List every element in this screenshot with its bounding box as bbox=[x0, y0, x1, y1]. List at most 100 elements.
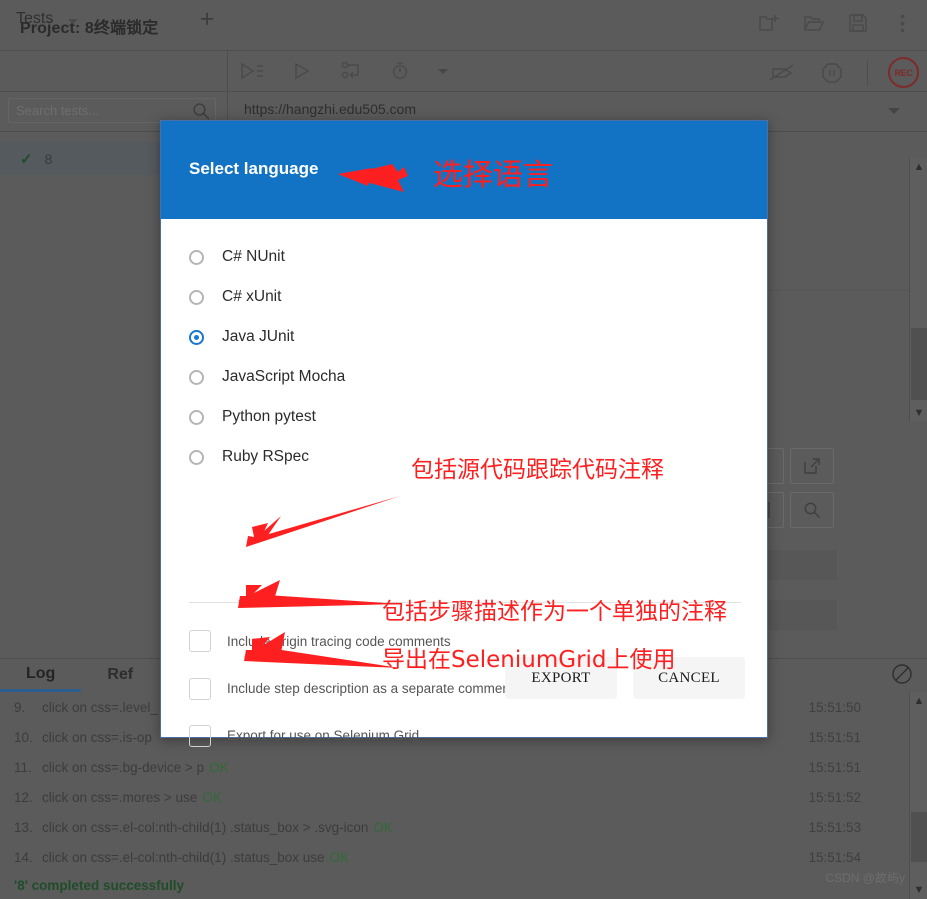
export-button[interactable]: EXPORT bbox=[505, 657, 617, 699]
save-project-icon[interactable] bbox=[843, 8, 873, 38]
radio-indicator[interactable] bbox=[189, 369, 204, 385]
radio-option-ruby-rspec[interactable]: Ruby RSpec bbox=[189, 437, 709, 477]
log-line-time: 15:51:52 bbox=[808, 789, 861, 805]
test-status-icon: ✓ bbox=[20, 150, 33, 168]
radio-indicator[interactable] bbox=[189, 449, 204, 465]
radio-label: Java JUnit bbox=[222, 328, 295, 345]
log-line-number: 9. bbox=[14, 699, 26, 715]
radio-indicator[interactable] bbox=[189, 409, 204, 425]
log-line-status: OK bbox=[202, 789, 222, 805]
title-bar: Project: 8终端锁定 bbox=[0, 0, 927, 51]
log-line-text: click on css=.el-col:nth-child(1) .statu… bbox=[42, 849, 325, 865]
more-options-icon[interactable] bbox=[887, 8, 917, 38]
radio-indicator-selected[interactable] bbox=[189, 329, 204, 345]
log-line-text: click on css=.level_ bbox=[42, 699, 158, 715]
radio-option-csharp-nunit[interactable]: C# NUnit bbox=[189, 237, 709, 277]
test-name-label: 8 bbox=[44, 150, 53, 167]
log-line: 13. click on css=.el-col:nth-child(1) .s… bbox=[0, 812, 909, 842]
radio-label: JavaScript Mocha bbox=[222, 368, 346, 385]
log-scrollbar[interactable]: ▲ ▼ bbox=[909, 692, 927, 899]
log-line-time: 15:51:53 bbox=[808, 819, 861, 835]
run-all-tests-icon[interactable] bbox=[238, 57, 266, 85]
chevron-down-icon[interactable] bbox=[888, 108, 900, 114]
watermark: CSDN @故屿y bbox=[825, 871, 905, 885]
radio-indicator[interactable] bbox=[189, 249, 204, 265]
dialog-header: Select language bbox=[161, 121, 767, 219]
toolbar-separator bbox=[867, 59, 868, 86]
dialog-divider bbox=[189, 602, 741, 603]
find-element-icon[interactable] bbox=[790, 492, 834, 528]
url-value: https://hangzhi.edu505.com bbox=[244, 101, 417, 117]
checkbox-indicator[interactable] bbox=[189, 630, 211, 652]
language-radio-group: C# NUnit C# xUnit Java JUnit JavaScript … bbox=[189, 237, 709, 477]
new-project-icon[interactable] bbox=[755, 8, 785, 38]
dialog-action-bar: EXPORT CANCEL bbox=[505, 657, 745, 699]
log-line-text: click on css=.is-op bbox=[42, 729, 152, 745]
log-line-text: click on css=.mores > use bbox=[42, 789, 198, 805]
pause-icon[interactable] bbox=[817, 58, 847, 88]
speed-timer-icon[interactable] bbox=[388, 57, 416, 85]
open-external-icon[interactable] bbox=[790, 448, 834, 484]
log-line-time: 15:51:51 bbox=[808, 759, 861, 775]
clear-log-icon[interactable] bbox=[891, 663, 913, 690]
record-button[interactable]: REC bbox=[888, 57, 919, 88]
log-line-number: 11. bbox=[14, 759, 32, 775]
radio-indicator[interactable] bbox=[189, 289, 204, 305]
step-debug-icon[interactable] bbox=[338, 57, 366, 85]
open-project-icon[interactable] bbox=[799, 8, 829, 38]
log-line-time: 15:51:54 bbox=[808, 849, 861, 865]
checkbox-label: Include origin tracing code comments bbox=[227, 633, 451, 649]
checkbox-label: Include step description as a separate c… bbox=[227, 681, 514, 696]
log-line-status: OK bbox=[209, 759, 229, 775]
toolbar-divider bbox=[227, 51, 228, 92]
log-line-time: 15:51:50 bbox=[808, 699, 861, 715]
scroll-up-icon[interactable]: ▲ bbox=[910, 158, 927, 176]
log-tab-bar: Log Ref bbox=[0, 659, 159, 692]
radio-label: Python pytest bbox=[222, 408, 316, 425]
tab-log[interactable]: Log bbox=[0, 659, 82, 692]
log-line-status: OK bbox=[329, 849, 350, 865]
run-test-icon[interactable] bbox=[288, 57, 316, 85]
radio-option-java-junit[interactable]: Java JUnit bbox=[189, 317, 709, 357]
log-line-number: 13. bbox=[14, 819, 33, 835]
log-line-number: 10. bbox=[14, 729, 33, 745]
log-line-time: 15:51:51 bbox=[808, 729, 861, 745]
checkbox-indicator[interactable] bbox=[189, 724, 211, 747]
recorder-toolbar: REC bbox=[767, 57, 919, 88]
cancel-button[interactable]: CANCEL bbox=[633, 657, 745, 699]
canvas-scrollbar[interactable]: ▲ ▼ bbox=[909, 158, 927, 422]
titlebar-icon-group bbox=[755, 8, 917, 38]
scrollbar-thumb[interactable] bbox=[911, 328, 927, 400]
log-line-text: click on css=.bg-device > p bbox=[42, 759, 205, 775]
project-name: 8终端锁定 bbox=[84, 20, 159, 37]
search-placeholder: Search tests... bbox=[16, 103, 100, 118]
scrollbar-thumb[interactable] bbox=[911, 812, 927, 862]
scroll-down-icon[interactable]: ▼ bbox=[910, 404, 927, 422]
checkbox-indicator[interactable] bbox=[189, 677, 211, 700]
tests-header-label: Tests bbox=[16, 10, 54, 27]
scroll-down-icon[interactable]: ▼ bbox=[910, 881, 927, 899]
radio-option-javascript-mocha[interactable]: JavaScript Mocha bbox=[189, 357, 709, 397]
checkbox-selenium-grid[interactable]: Export for use on Selenium Grid bbox=[189, 712, 729, 759]
log-line: 12. click on css=.mores > use OK 15:51:5… bbox=[0, 782, 909, 812]
tests-dropdown-icon[interactable] bbox=[68, 19, 78, 24]
log-line-number: 14. bbox=[14, 849, 33, 865]
radio-label: Ruby RSpec bbox=[222, 448, 310, 465]
log-line: 14. click on css=.el-col:nth-child(1) .s… bbox=[0, 842, 909, 872]
log-line-text: click on css=.el-col:nth-child(1) .statu… bbox=[42, 819, 369, 835]
scroll-up-icon[interactable]: ▲ bbox=[910, 692, 927, 710]
log-line-number: 12. bbox=[14, 789, 33, 805]
select-language-dialog: Select language C# NUnit C# xUnit Java J… bbox=[160, 120, 768, 747]
tab-reference[interactable]: Ref bbox=[81, 660, 159, 690]
run-toolbar bbox=[238, 57, 448, 85]
log-line-status: OK bbox=[373, 819, 393, 835]
radio-label: C# xUnit bbox=[222, 288, 282, 305]
speed-dropdown-icon[interactable] bbox=[438, 68, 448, 74]
dialog-body: C# NUnit C# xUnit Java JUnit JavaScript … bbox=[161, 219, 767, 747]
dialog-title: Select language bbox=[189, 159, 319, 178]
radio-option-python-pytest[interactable]: Python pytest bbox=[189, 397, 709, 437]
add-test-button[interactable]: + bbox=[195, 7, 219, 32]
disable-breakpoints-icon[interactable] bbox=[767, 58, 797, 88]
radio-option-csharp-xunit[interactable]: C# xUnit bbox=[189, 277, 709, 317]
log-final-message: '8' completed successfully bbox=[14, 877, 184, 893]
